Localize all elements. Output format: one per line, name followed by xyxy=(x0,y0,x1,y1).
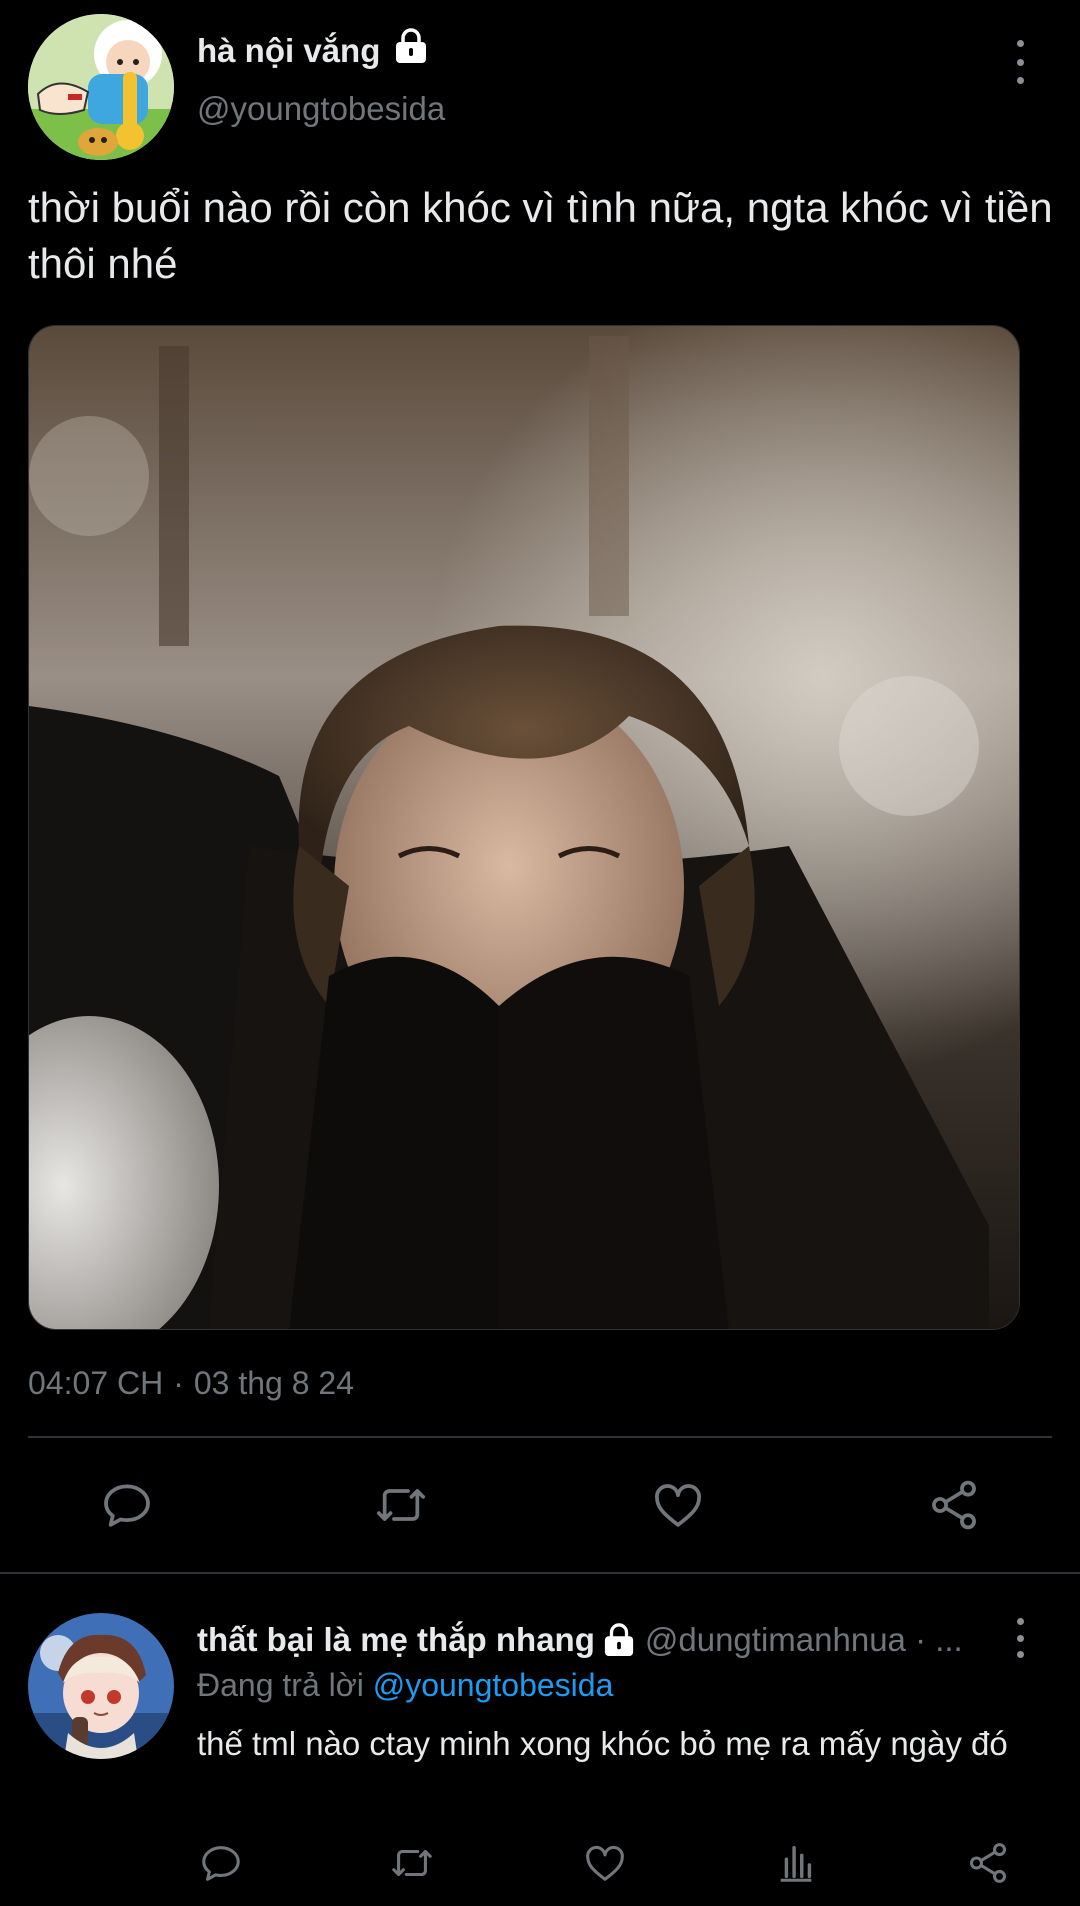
user-handle[interactable]: @youngtobesida xyxy=(197,88,445,130)
reply-text: thế tml nào ctay minh xong khóc bỏ mẹ ra… xyxy=(197,1725,1008,1762)
more-vertical-icon-dot xyxy=(1016,1634,1024,1642)
reply-reply-button[interactable] xyxy=(196,1838,246,1888)
reply-like-button[interactable] xyxy=(580,1838,630,1888)
lock-icon xyxy=(603,1623,635,1657)
share-icon xyxy=(932,1480,976,1530)
more-vertical-icon-dot xyxy=(1016,58,1024,66)
retweet-button[interactable] xyxy=(370,1474,432,1536)
tweet-timestamp[interactable]: 04:07 CH · 03 thg 8 24 xyxy=(28,1363,354,1403)
reply-retweet-button[interactable] xyxy=(387,1838,437,1888)
tweet-photo[interactable] xyxy=(28,325,1020,1330)
more-vertical-icon-dot xyxy=(1016,1651,1024,1658)
like-icon xyxy=(655,1484,701,1527)
more-options-button[interactable] xyxy=(1000,40,1040,84)
reply-icon xyxy=(104,1484,150,1527)
reply-avatar[interactable] xyxy=(28,1613,174,1759)
reply-share-button[interactable] xyxy=(963,1838,1013,1888)
replying-to-mention[interactable]: @youngtobesida xyxy=(373,1667,614,1703)
cartoon-avatar-image xyxy=(28,14,174,160)
timestamp-date: 03 thg 8 24 xyxy=(193,1365,354,1401)
analytics-icon xyxy=(780,1845,812,1882)
replying-to-prefix: Đang trả lời xyxy=(197,1667,364,1703)
tweet-text: thời buổi nào rồi còn khóc vì tình nữa, … xyxy=(28,184,1053,287)
replying-to: Đang trả lời @youngtobesida xyxy=(197,1664,613,1706)
display-name-text[interactable]: hà nội vắng xyxy=(197,30,380,72)
reply-display-name[interactable]: thất bại là mẹ thắp nhang xyxy=(197,1618,595,1662)
like-button[interactable] xyxy=(647,1474,709,1536)
reply-button[interactable] xyxy=(96,1474,158,1536)
reply-more-options-button[interactable] xyxy=(1000,1618,1040,1658)
tweet-actions xyxy=(0,1474,1080,1536)
reply-handle[interactable]: @dungtimanhnua · ... xyxy=(645,1618,963,1662)
divider xyxy=(0,1572,1080,1574)
reply-icon xyxy=(202,1846,240,1881)
reply-header[interactable]: thất bại là mẹ thắp nhang @dungtimanhnua… xyxy=(197,1618,997,1662)
more-vertical-icon-dot xyxy=(1016,77,1024,84)
share-button[interactable] xyxy=(923,1474,985,1536)
photo-image xyxy=(29,326,1019,1329)
avatar[interactable] xyxy=(28,14,174,160)
share-icon xyxy=(969,1843,1007,1883)
like-icon xyxy=(586,1845,624,1881)
retweet-icon xyxy=(376,1489,426,1521)
retweet-icon xyxy=(392,1849,432,1877)
display-name[interactable]: hà nội vắng xyxy=(197,28,428,74)
reply-actions xyxy=(0,1838,1080,1888)
more-vertical-icon-dot xyxy=(1016,40,1024,47)
divider xyxy=(28,1436,1052,1438)
reply-analytics-button[interactable] xyxy=(771,1838,821,1888)
more-vertical-icon-dot xyxy=(1016,1618,1024,1625)
anime-avatar-image xyxy=(28,1613,174,1759)
lock-icon xyxy=(394,28,428,74)
timestamp-time: 04:07 CH xyxy=(28,1365,164,1401)
timestamp-separator: · xyxy=(173,1365,184,1401)
